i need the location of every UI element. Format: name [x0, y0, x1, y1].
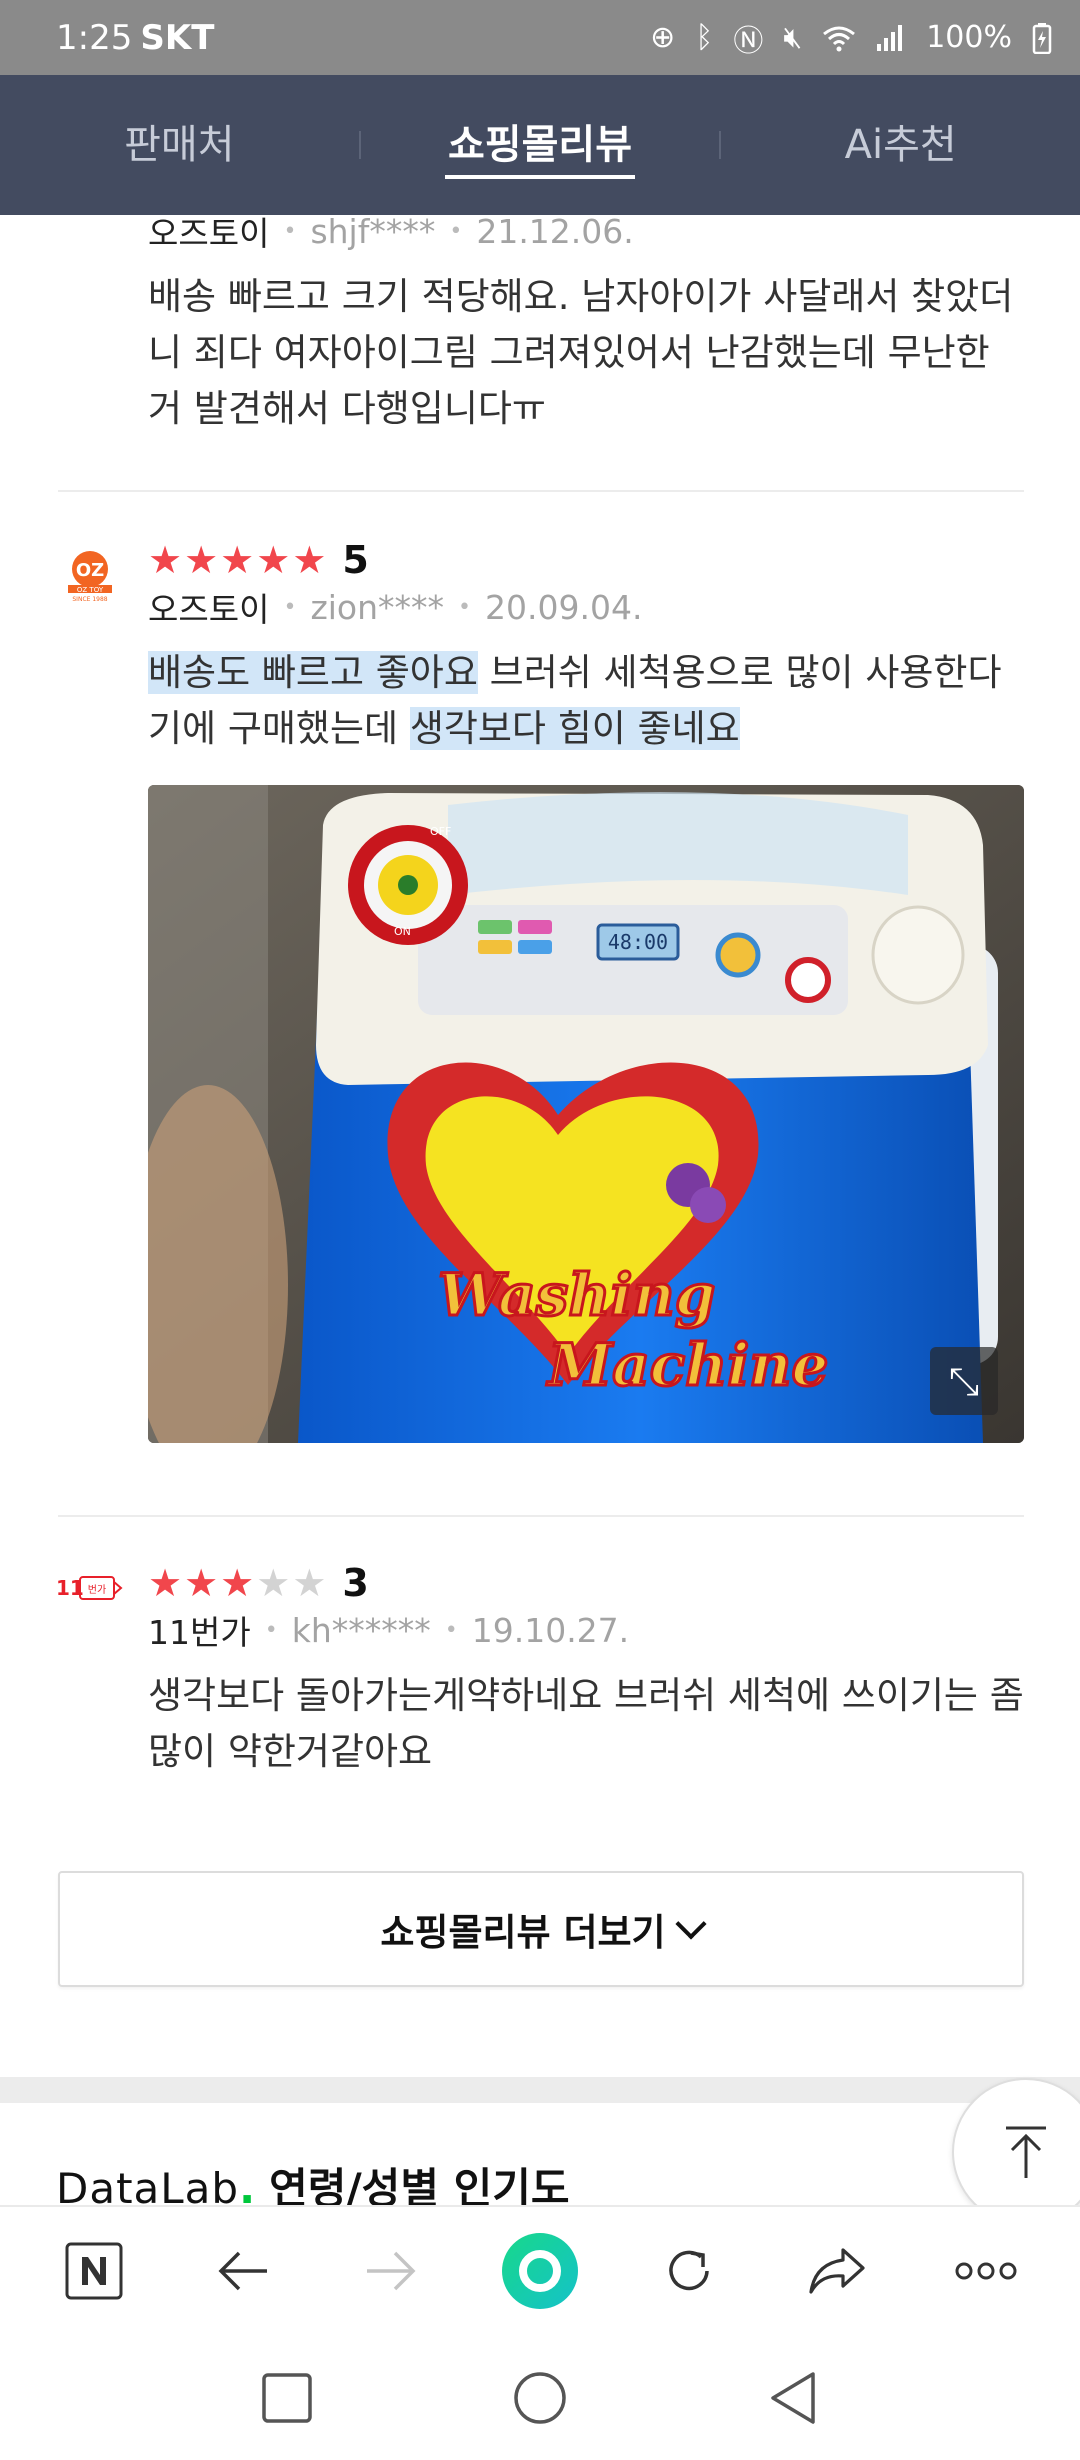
star-rating: ★ ★ ★ ★ ★ 5	[148, 537, 1024, 583]
rating-value: 3	[342, 1561, 369, 1605]
bluetooth-icon: ᛒ	[695, 20, 714, 55]
star-empty-icon: ★	[292, 1561, 327, 1605]
star-icon: ★	[148, 538, 183, 582]
review-list: 오즈토이 • shjf**** • 21.12.06. 배송 빠르고 크기 적당…	[0, 215, 1080, 2205]
review-user: kh******	[291, 1610, 431, 1650]
refresh-button[interactable]	[639, 2221, 739, 2321]
signal-icon	[877, 24, 903, 51]
tab-ai-recommend[interactable]: Ai추천	[721, 75, 1080, 215]
divider	[58, 490, 1024, 492]
expand-icon[interactable]: ⤡	[930, 1347, 998, 1415]
tab-bar: 판매처 쇼핑몰리뷰 Ai추천	[0, 75, 1080, 215]
star-rating: ★ ★ ★ ★ ★ 3	[148, 1560, 1024, 1606]
review-meta: 오즈토이 • zion**** • 20.09.04.	[148, 583, 1024, 631]
refresh-icon	[668, 2250, 709, 2291]
home-button[interactable]	[490, 2348, 590, 2448]
star-icon: ★	[184, 1561, 219, 1605]
battery-icon	[1032, 22, 1052, 54]
star-empty-icon: ★	[256, 1561, 291, 1605]
oztoy-logo-icon: OZ OZ TOY SINCE 1988	[62, 547, 118, 603]
rating-value: 5	[342, 538, 369, 582]
datalab-dot: .	[239, 2164, 256, 2205]
naver-n-icon	[65, 2242, 123, 2300]
review-meta: 11번가 • kh****** • 19.10.27.	[148, 1606, 1024, 1654]
review-user: zion****	[310, 587, 445, 627]
status-icons: ⊕ ᛒ Ⓝ 🔇︎ 100%	[650, 16, 1052, 60]
svg-text:OZ TOY: OZ TOY	[77, 586, 104, 594]
green-dot-button[interactable]	[490, 2221, 590, 2321]
review-user: shjf****	[310, 215, 436, 251]
svg-text:번가: 번가	[88, 1584, 106, 1596]
battery-percent: 100%	[926, 20, 1012, 55]
triangle-back-icon	[771, 2371, 816, 2424]
forward-button[interactable]	[341, 2221, 441, 2321]
svg-text:48:00: 48:00	[608, 930, 668, 954]
svg-text:SINCE 1988: SINCE 1988	[72, 596, 107, 603]
svg-text:ON: ON	[394, 925, 411, 938]
svg-text:Washing: Washing	[438, 1261, 715, 1329]
section-separator	[0, 2077, 1080, 2103]
sync-icon: ⊕	[650, 20, 676, 55]
review-item: OZ OZ TOY SINCE 1988 ★ ★ ★ ★ ★ 5 오즈토이 • …	[0, 537, 1080, 1443]
review-shop: 11번가	[148, 1613, 251, 1652]
tab-mall-reviews[interactable]: 쇼핑몰리뷰	[361, 75, 720, 215]
datalab-title: 연령/성별 인기도	[269, 2164, 570, 2205]
status-carrier: SKT	[140, 17, 215, 58]
mute-icon: 🔇︎	[783, 20, 803, 55]
recent-apps-button[interactable]	[237, 2348, 337, 2448]
star-icon: ★	[292, 538, 327, 582]
svg-text:Machine: Machine	[546, 1331, 828, 1399]
more-options-button[interactable]	[936, 2221, 1036, 2321]
nfc-icon: Ⓝ	[733, 23, 764, 59]
review-date: 21.12.06.	[476, 215, 634, 251]
star-icon: ★	[184, 538, 219, 582]
arrow-left-icon	[218, 2251, 267, 2291]
status-time: 1:25	[56, 17, 133, 58]
washing-machine-image: OFF ON 48:00 Washing Machine	[148, 785, 1024, 1443]
share-button[interactable]	[787, 2221, 887, 2321]
datalab-section-title: DataLab. 연령/성별 인기도	[56, 2155, 570, 2205]
back-button[interactable]	[193, 2221, 293, 2321]
divider	[58, 1515, 1024, 1517]
more-reviews-button[interactable]: 쇼핑몰리뷰 더보기	[58, 1871, 1024, 1987]
review-date: 19.10.27.	[471, 1610, 630, 1650]
svg-text:OFF: OFF	[430, 825, 451, 838]
status-bar: 1:25 SKT ⊕ ᛒ Ⓝ 🔇︎ 100%	[0, 0, 1080, 75]
review-text: 배송도 빠르고 좋아요 브러쉬 세척용으로 많이 사용한다기에 구매했는데 생각…	[148, 651, 1002, 750]
more-dots-icon	[955, 2262, 1017, 2280]
star-icon: ★	[220, 538, 255, 582]
datalab-brand: DataLab	[56, 2164, 240, 2205]
green-dot-icon	[501, 2233, 578, 2309]
naver-home-button[interactable]	[44, 2221, 144, 2321]
square-icon	[261, 2372, 312, 2423]
highlighted-text: 배송도 빠르고 좋아요	[148, 651, 478, 694]
arrow-right-icon	[367, 2251, 416, 2291]
share-icon	[809, 2248, 865, 2294]
review-date: 20.09.04.	[485, 587, 643, 627]
review-meta: 오즈토이 • shjf**** • 21.12.06.	[148, 215, 1024, 255]
review-text: 배송 빠르고 크기 적당해요. 남자아이가 사달래서 찾았더니 죄다 여자아이그…	[148, 275, 1014, 430]
review-shop: 오즈토이	[148, 590, 270, 629]
system-navigation-bar	[0, 2335, 1080, 2460]
11st-logo-icon: 11 번가	[56, 1576, 123, 1600]
review-item: 오즈토이 • shjf**** • 21.12.06. 배송 빠르고 크기 적당…	[0, 215, 1080, 437]
star-icon: ★	[220, 1561, 255, 1605]
highlighted-text: 생각보다 힘이 좋네요	[409, 707, 740, 750]
review-shop: 오즈토이	[148, 215, 270, 253]
tab-sellers[interactable]: 판매처	[0, 75, 359, 215]
review-photo[interactable]: OFF ON 48:00 Washing Machine ⤡	[148, 785, 1024, 1443]
star-icon: ★	[148, 1561, 183, 1605]
active-tab-indicator	[445, 175, 635, 179]
system-back-button[interactable]	[743, 2348, 843, 2448]
svg-text:OZ: OZ	[76, 560, 104, 581]
wifi-icon	[823, 26, 856, 51]
arrow-up-icon	[1006, 2126, 1046, 2178]
browser-toolbar	[0, 2205, 1080, 2335]
review-item: 11 번가 ★ ★ ★ ★ ★ 3 11번가 • kh****** • 19.1…	[0, 1560, 1080, 1780]
more-reviews-label: 쇼핑몰리뷰 더보기	[380, 1911, 666, 1954]
circle-icon	[514, 2371, 566, 2424]
chevron-down-icon	[675, 1908, 707, 1940]
star-icon: ★	[256, 538, 291, 582]
review-text: 생각보다 돌아가는게약하네요 브러쉬 세척에 쓰이기는 좀 많이 약한거같아요	[148, 1674, 1024, 1773]
